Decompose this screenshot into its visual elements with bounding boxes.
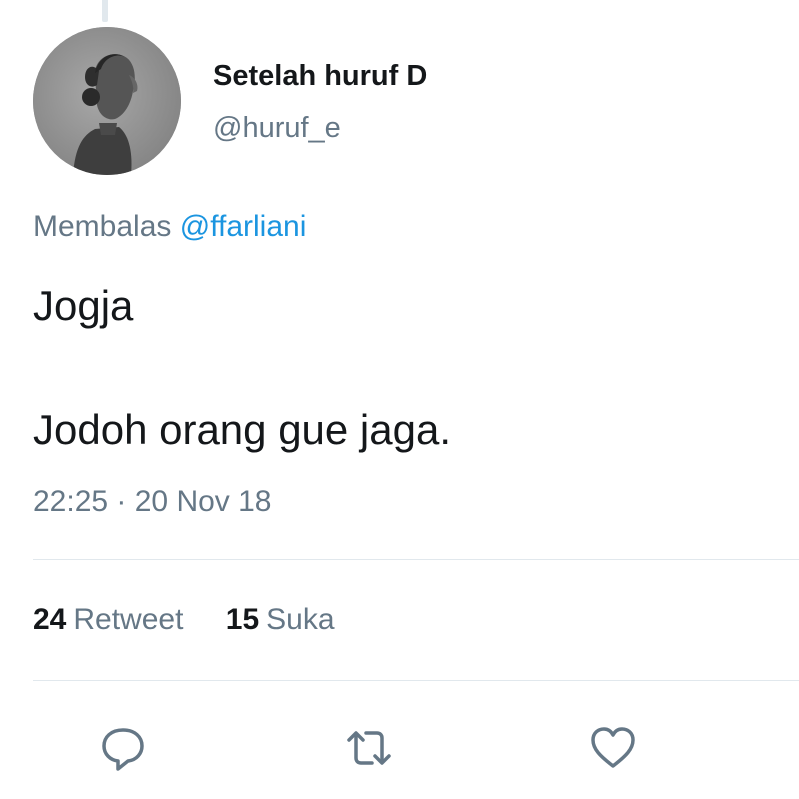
reply-context: Membalas @ffarliani: [33, 210, 306, 244]
retweet-label: Retweet: [73, 603, 184, 636]
like-label: Suka: [266, 603, 335, 636]
author-display-name[interactable]: Setelah huruf D: [213, 60, 427, 93]
tweet-text-spacer: [33, 337, 773, 399]
heart-icon: [591, 727, 635, 768]
retweet-count-link[interactable]: 24 Retweet: [33, 603, 183, 637]
tweet-timestamp[interactable]: 22:25 · 20 Nov 18: [33, 485, 272, 519]
like-count: 15: [225, 603, 260, 636]
avatar-photo-icon: [33, 27, 181, 175]
reply-button[interactable]: [95, 720, 151, 776]
divider: [33, 680, 799, 681]
retweet-icon: [347, 731, 391, 765]
divider: [33, 559, 799, 560]
reply-mention-link[interactable]: @ffarliani: [180, 210, 307, 243]
engagement-stats: 24 Retweet 15 Suka: [33, 603, 369, 637]
tweet-text: Jogja Jodoh orang gue jaga.: [33, 275, 773, 461]
reply-icon: [102, 728, 144, 771]
tweet-text-line: Jodoh orang gue jaga.: [33, 406, 452, 453]
like-button[interactable]: [585, 720, 641, 776]
author-handle[interactable]: @huruf_e: [213, 112, 341, 145]
thread-connector-line: [102, 0, 108, 22]
avatar[interactable]: [33, 27, 181, 175]
reply-prefix: Membalas: [33, 210, 172, 243]
like-count-link[interactable]: 15 Suka: [226, 603, 335, 637]
tweet-text-line: Jogja: [33, 282, 134, 329]
retweet-button[interactable]: [341, 720, 397, 776]
retweet-count: 24: [33, 603, 67, 636]
tweet-detail: Setelah huruf D @huruf_e Membalas @ffarl…: [0, 0, 799, 799]
